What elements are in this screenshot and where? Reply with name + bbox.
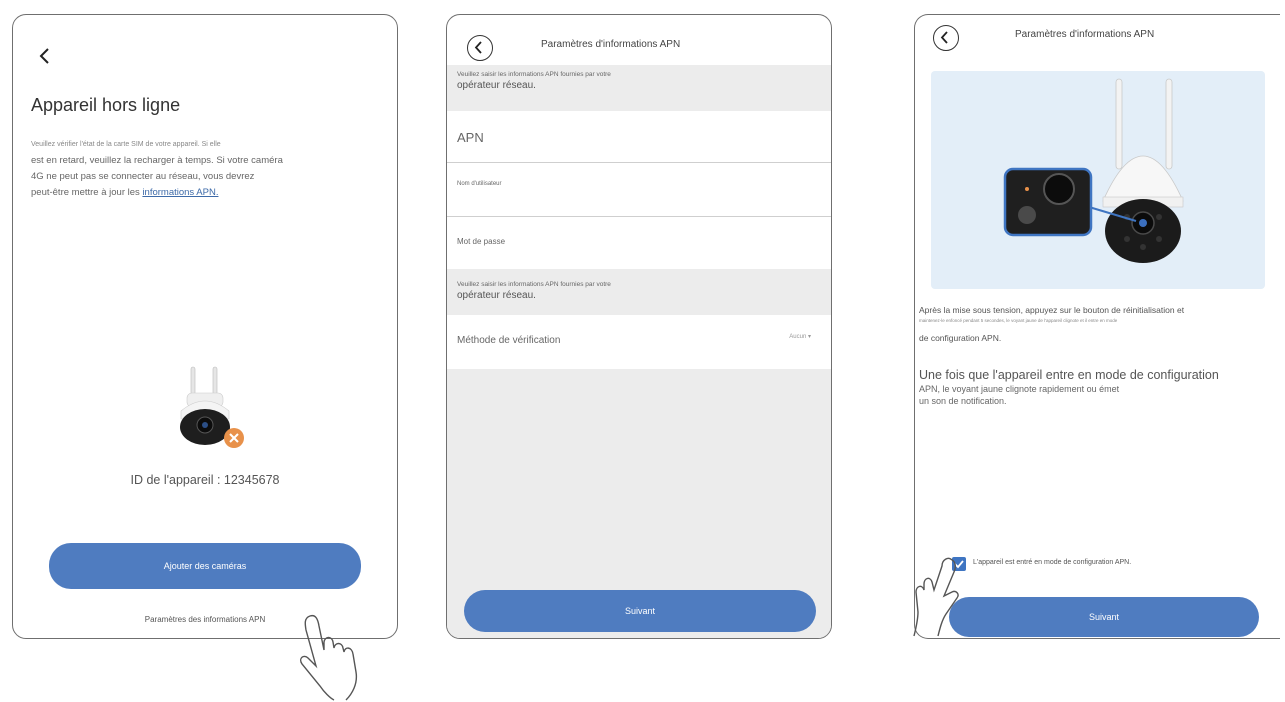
camera-reset-illustration: [931, 71, 1265, 289]
page-title: Paramètres d'informations APN: [541, 39, 681, 50]
password-field[interactable]: Mot de passe: [447, 217, 831, 269]
username-field[interactable]: Nom d'utilisateur: [447, 163, 831, 217]
info-banner-text: opérateur réseau.: [457, 80, 536, 91]
device-id: ID de l'appareil : 12345678: [130, 473, 280, 487]
page-title: Appareil hors ligne: [31, 95, 181, 115]
config-mode-instructions: Une fois que l'appareil entre en mode de…: [919, 367, 1275, 407]
chevron-left-icon: [474, 41, 482, 54]
chevron-left-icon: [940, 31, 948, 44]
description-text: peut-être mettre à jour les: [31, 187, 143, 198]
config-mode-checkbox-label[interactable]: L'appareil est entré en mode de configur…: [973, 559, 1131, 566]
verification-method-select[interactable]: Aucun ▾: [755, 333, 811, 351]
instruction-text: maintenez-le enfoncé pendant 5 secondes,…: [919, 318, 1118, 323]
verification-method-label: Méthode de vérification: [457, 335, 561, 346]
reset-instructions: Après la mise sous tension, appuyez sur …: [919, 303, 1275, 345]
description-line: Veuillez vérifier l'état de la carte SIM…: [31, 141, 221, 148]
description-line: peut-être mettre à jour les informations…: [31, 185, 383, 201]
page-title: Paramètres d'informations APN: [1015, 29, 1155, 40]
info-banner-text: Veuillez saisir les informations APN fou…: [457, 71, 611, 78]
verification-method-value: Aucun: [789, 334, 807, 340]
next-button[interactable]: Suivant: [949, 597, 1259, 637]
apn-field[interactable]: APN: [447, 111, 831, 163]
apn-info-link[interactable]: informations APN.: [142, 187, 218, 198]
verification-method-row[interactable]: Méthode de vérification Aucun ▾: [447, 315, 831, 369]
pointing-hand-icon: [913, 557, 959, 637]
instruction-text: APN, le voyant jaune clignote rapidement…: [919, 384, 1120, 394]
info-banner: Veuillez saisir les informations APN fou…: [447, 269, 831, 315]
screen-apn-config-mode: Paramètres d'informations APN Après la m…: [914, 14, 1280, 639]
back-button[interactable]: [933, 25, 959, 51]
screen-device-offline: Appareil hors ligne Veuillez vérifier l'…: [12, 14, 398, 639]
info-banner-text: Veuillez saisir les informations APN fou…: [457, 281, 611, 288]
back-button[interactable]: [33, 43, 59, 69]
pointing-hand-icon: [299, 614, 358, 701]
next-button[interactable]: Suivant: [464, 590, 816, 632]
instruction-text: Une fois que l'appareil entre en mode de…: [919, 368, 1219, 382]
offline-description: Veuillez vérifier l'état de la carte SIM…: [31, 137, 383, 201]
back-button[interactable]: [467, 35, 493, 61]
chevron-down-icon: ▾: [807, 334, 811, 340]
chevron-left-icon: [39, 48, 49, 64]
password-label: Mot de passe: [457, 237, 506, 246]
camera-offline-icon: [173, 365, 253, 455]
instruction-text: de configuration APN.: [919, 333, 1002, 343]
instruction-text: Après la mise sous tension, appuyez sur …: [919, 305, 1185, 315]
username-label: Nom d'utilisateur: [457, 181, 502, 187]
instruction-text: un son de notification.: [919, 396, 1007, 406]
description-line: 4G ne peut pas se connecter au réseau, v…: [31, 171, 255, 182]
apn-label: APN: [457, 130, 484, 145]
add-cameras-button[interactable]: Ajouter des caméras: [49, 543, 361, 589]
screen-apn-settings: Paramètres d'informations APN Veuillez s…: [446, 14, 832, 639]
info-banner: Veuillez saisir les informations APN fou…: [447, 65, 831, 111]
description-line: est en retard, veuillez la recharger à t…: [31, 155, 283, 166]
info-banner-text: opérateur réseau.: [457, 290, 536, 301]
